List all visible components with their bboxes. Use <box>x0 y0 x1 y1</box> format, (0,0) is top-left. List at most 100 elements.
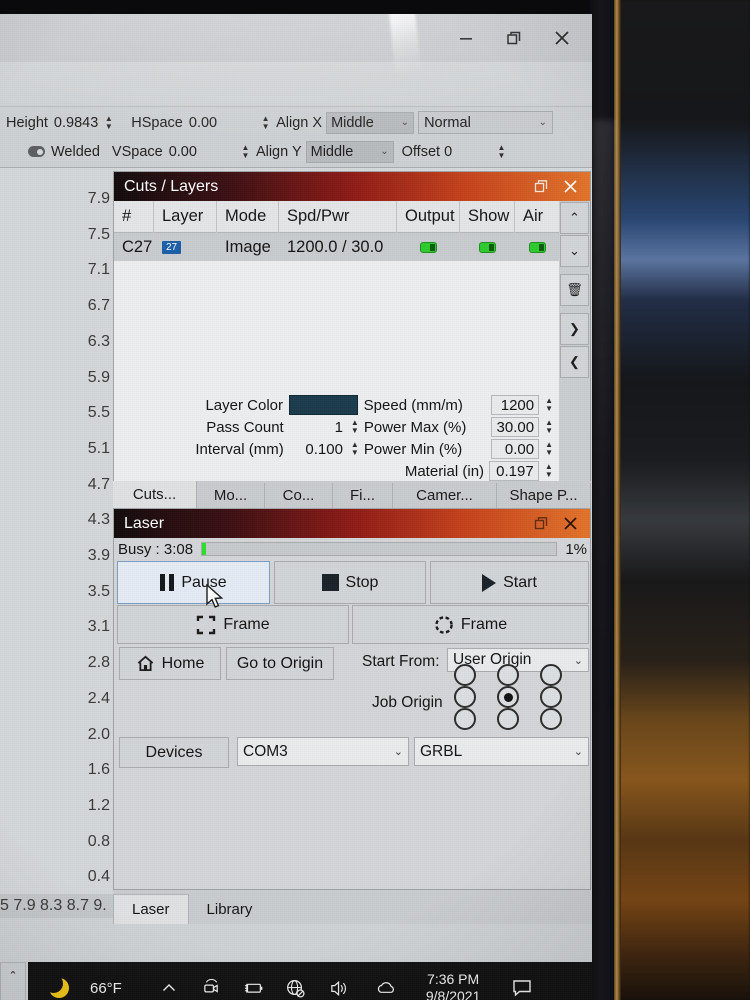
volume-button[interactable] <box>318 978 362 999</box>
job-origin-radio[interactable] <box>540 664 562 686</box>
ruler-tick: 7.1 <box>87 261 110 279</box>
move-up-button[interactable]: ⌃ <box>560 202 589 234</box>
cut-air-toggle-cell[interactable] <box>515 233 560 261</box>
onedrive-button[interactable] <box>362 978 412 998</box>
power-max-stepper[interactable]: ▲ ▼ <box>543 416 555 438</box>
pass-count-stepper[interactable]: ▲ ▼ <box>349 416 361 438</box>
cuts-table-row[interactable]: C27 27 Image 1200.0 / 30.0 <box>114 233 560 261</box>
home-button[interactable]: Home <box>119 647 221 680</box>
job-origin-radio[interactable] <box>540 708 562 730</box>
cuts-column-header[interactable]: Air <box>515 200 560 233</box>
delete-button[interactable]: 🗑 <box>560 274 589 306</box>
show-hidden-icons-button[interactable] <box>146 979 192 997</box>
ruler-tick: 4.3 <box>87 511 110 529</box>
cut-show-toggle-cell[interactable] <box>460 233 515 261</box>
meet-now-button[interactable] <box>192 978 232 998</box>
chevron-down-icon[interactable]: ⌄ <box>8 994 17 1000</box>
frame-round-button[interactable]: Frame <box>352 605 589 644</box>
job-origin-radio[interactable] <box>454 686 476 708</box>
taskbar-clock[interactable]: 7:36 PM 9/8/2021 <box>426 971 481 1000</box>
job-origin-radio[interactable] <box>454 664 476 686</box>
frame-round-label: Frame <box>460 615 508 633</box>
canvas-scrollbar[interactable]: ⌃ ⌄ <box>0 962 26 1000</box>
speed-stepper[interactable]: ▲ ▼ <box>543 394 555 416</box>
device-select[interactable]: GRBL ⌄ <box>414 737 589 766</box>
cuts-column-header[interactable]: Layer <box>154 200 217 233</box>
material-stepper[interactable]: ▲ ▼ <box>543 460 555 482</box>
toggle-switch[interactable] <box>529 241 546 253</box>
action-center-button[interactable] <box>492 977 552 999</box>
welded-toggle[interactable] <box>28 146 45 157</box>
job-origin-radio[interactable] <box>497 664 519 686</box>
frame-square-button[interactable]: Frame <box>117 605 349 644</box>
laptop-screen: Height 0.9843 ▲ ▼ HSpace 0.00 ▲ ▼ Align X … <box>0 14 592 1000</box>
toggle-switch[interactable] <box>479 241 496 253</box>
go-to-origin-button[interactable]: Go to Origin <box>226 647 334 680</box>
port-select[interactable]: COM3 ⌄ <box>237 737 409 766</box>
minimize-button[interactable] <box>442 16 490 60</box>
move-left-button[interactable]: ❮ <box>560 346 589 378</box>
vspace-value[interactable]: 0.00 <box>169 144 197 160</box>
vspace-stepper[interactable]: ▲ ▼ <box>239 141 252 163</box>
cuts-panel-close-button[interactable] <box>563 179 578 194</box>
align-y-select[interactable]: Middle ⌄ <box>305 140 394 163</box>
height-stepper[interactable]: ▲ ▼ <box>102 112 115 134</box>
cut-output-toggle-cell[interactable] <box>397 233 460 261</box>
chevron-up-icon[interactable]: ⌃ <box>8 969 17 982</box>
ruler-tick: 3.9 <box>87 547 110 564</box>
chevron-down-icon: ▼ <box>545 426 553 435</box>
devices-button[interactable]: Devices <box>119 737 229 768</box>
job-origin-radio[interactable] <box>497 686 519 708</box>
restore-icon <box>534 517 548 530</box>
job-origin-radio[interactable] <box>497 708 519 730</box>
dock-tab-cuts[interactable]: Cuts... <box>113 481 197 508</box>
power-min-stepper[interactable]: ▲ ▼ <box>543 438 555 460</box>
pass-count-value[interactable]: 1 <box>290 417 347 437</box>
hspace-stepper[interactable]: ▲ ▼ <box>259 112 272 134</box>
stop-button[interactable]: Stop <box>274 561 426 604</box>
dock-tab-shapep[interactable]: Shape P... <box>497 483 591 508</box>
offset-value[interactable]: Offset 0 <box>402 144 453 160</box>
weather-temp[interactable]: 66°F <box>90 980 122 997</box>
toggle-switch[interactable] <box>420 241 437 253</box>
bottom-tab-laser[interactable]: Laser <box>113 894 189 924</box>
cuts-column-header[interactable]: Mode <box>217 200 279 233</box>
battery-button[interactable] <box>232 979 274 997</box>
bottom-tab-library[interactable]: Library <box>189 894 271 924</box>
ruler-bottom-labels: 5 7.9 8.3 8.7 9. <box>0 897 107 914</box>
close-button[interactable] <box>538 16 586 60</box>
offset-stepper[interactable]: ▲ ▼ <box>495 141 508 163</box>
cuts-column-header[interactable]: # <box>114 200 154 233</box>
height-value[interactable]: 0.9843 <box>54 115 98 131</box>
mode-select[interactable]: Normal ⌄ <box>418 111 554 134</box>
dock-tab-co[interactable]: Co... <box>265 483 333 508</box>
dock-tab-camer[interactable]: Camer... <box>393 483 497 508</box>
cuts-column-header[interactable]: Output <box>397 200 460 233</box>
chevron-down-icon: ⌄ <box>400 117 410 128</box>
dock-tab-mo[interactable]: Mo... <box>197 483 265 508</box>
power-min-value[interactable]: 0.00 <box>490 439 540 459</box>
cuts-column-header[interactable]: Show <box>460 200 515 233</box>
material-value[interactable]: 0.197 <box>489 461 539 481</box>
laser-panel-float-button[interactable] <box>534 516 549 531</box>
start-button[interactable]: Start <box>430 561 589 604</box>
job-origin-radio[interactable] <box>454 708 476 730</box>
align-x-select[interactable]: Middle ⌄ <box>326 111 415 134</box>
interval-stepper[interactable]: ▲ ▼ <box>349 438 361 460</box>
speed-value[interactable]: 1200 <box>491 395 540 415</box>
network-button[interactable] <box>274 978 318 999</box>
cuts-column-header[interactable]: Spd/Pwr <box>279 200 397 233</box>
laser-panel-close-button[interactable] <box>563 516 578 531</box>
restore-button[interactable] <box>490 16 538 60</box>
layer-color-swatch[interactable] <box>289 395 358 415</box>
pause-button[interactable]: Pause <box>117 561 270 604</box>
interval-value[interactable]: 0.100 <box>290 439 347 459</box>
dock-tab-fi[interactable]: Fi... <box>333 483 393 508</box>
hspace-value[interactable]: 0.00 <box>189 115 217 131</box>
move-down-button[interactable]: ⌄ <box>560 235 589 267</box>
power-max-value[interactable]: 30.00 <box>490 417 540 437</box>
job-origin-radio[interactable] <box>540 686 562 708</box>
weather-moon-icon[interactable] <box>28 974 90 998</box>
move-right-button[interactable]: ❯ <box>560 313 589 345</box>
cuts-panel-float-button[interactable] <box>534 179 549 194</box>
